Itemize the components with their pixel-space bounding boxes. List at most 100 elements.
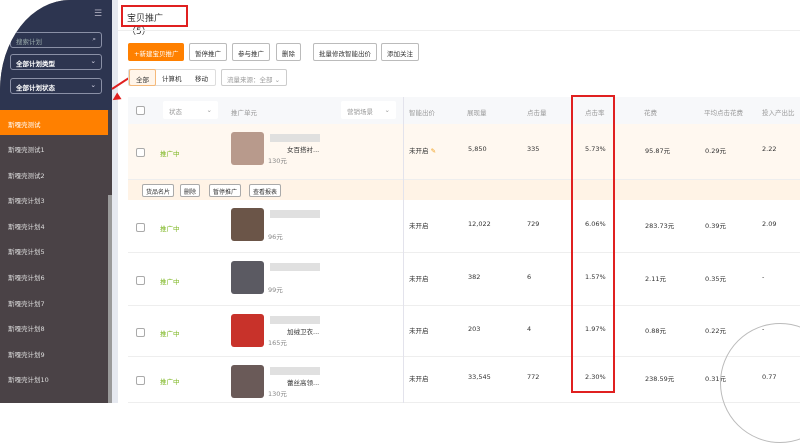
product-name[interactable]: 蕾丝高领...: [287, 377, 319, 387]
cell-impressions: 5,850: [468, 145, 487, 153]
tab-all[interactable]: 全部: [129, 69, 156, 86]
plan-type-select[interactable]: 全部计划类型 ⌄: [10, 54, 102, 70]
sidebar-item-plan[interactable]: 斯嘎壳测试1: [0, 135, 108, 161]
new-promotion-button[interactable]: +新建宝贝推广: [128, 43, 185, 61]
product-price: 130元: [268, 390, 287, 398]
tab-computer[interactable]: 计算机: [156, 69, 188, 86]
smart-bid: 未开启: [409, 220, 429, 230]
product-image[interactable]: [231, 365, 264, 398]
cell-impressions: 203: [468, 324, 481, 333]
table-row: [128, 124, 800, 180]
blurred-title: [270, 134, 320, 142]
row-checkbox[interactable]: [136, 222, 145, 232]
traffic-source-value: 流量来源：全部: [227, 76, 273, 84]
row-pause-button[interactable]: 暂停推广: [209, 184, 242, 197]
product-name[interactable]: 加绒卫衣...: [287, 326, 319, 336]
sidebar-item-plan[interactable]: 斯嘎壳计划6: [0, 263, 108, 289]
cell-impressions: 12,022: [468, 219, 491, 228]
header-bid: 智能出价: [409, 109, 435, 117]
batch-bid-button[interactable]: 批量修改智能出价: [313, 43, 377, 61]
product-price: 165元: [268, 339, 287, 347]
menu-collapse-icon[interactable]: ☰: [94, 9, 102, 19]
sidebar-item-plan[interactable]: 斯嘎壳计划9: [0, 340, 108, 366]
column-divider: [403, 97, 404, 403]
select-all-checkbox[interactable]: [136, 106, 145, 115]
sidebar-item-plan[interactable]: 斯嘎壳测试: [0, 110, 108, 135]
smart-bid-value: 未开启: [409, 274, 429, 283]
status-badge: 推广中: [160, 329, 180, 338]
chevron-down-icon: ⌄: [206, 106, 212, 114]
cell-roi: 2.22: [762, 145, 777, 153]
table-row: [128, 306, 800, 357]
header-roi[interactable]: 投入产出比: [762, 107, 795, 117]
scene-filter[interactable]: 营销场景 ⌄: [341, 101, 396, 119]
plan-state-select[interactable]: 全部计划状态 ⌄: [10, 78, 102, 94]
sidebar-item-plan[interactable]: 斯嘎壳测试2: [0, 161, 108, 187]
status-filter[interactable]: 状态 ⌄: [163, 101, 218, 119]
view-report-button[interactable]: 查看报表: [249, 184, 282, 197]
blurred-title: [270, 316, 320, 324]
product-price: 96元: [268, 233, 283, 241]
row-checkbox[interactable]: [136, 275, 145, 285]
chevron-down-icon: ⌄: [90, 57, 96, 65]
cell-clicks: 6: [527, 272, 532, 281]
product-image[interactable]: [231, 132, 264, 165]
smart-bid: 未开启: [409, 273, 429, 283]
header-cost[interactable]: 花费: [644, 107, 657, 117]
search-plan-input[interactable]: 搜索计划 ⌕: [10, 32, 102, 48]
header-status: 状态: [169, 108, 182, 116]
ctr-highlight-box: [571, 95, 615, 393]
chevron-down-icon: ⌄: [90, 81, 96, 89]
product-image[interactable]: [231, 261, 264, 294]
status-badge: 推广中: [160, 277, 180, 286]
sidebar-item-plan[interactable]: 斯嘎壳计划7: [0, 289, 108, 315]
header-cpc[interactable]: 平均点击花费: [704, 107, 743, 117]
sidebar-item-plan[interactable]: 斯嘎壳计划10: [0, 365, 108, 391]
pause-promotion-button[interactable]: 暂停推广: [189, 43, 227, 61]
row-delete-button[interactable]: 删除: [180, 184, 201, 197]
sidebar: ☰ 搜索计划 ⌕ 全部计划类型 ⌄ 全部计划状态 ⌄ 斯嘎壳测试 斯嘎壳测试1 斯嘎壳测试…: [0, 0, 112, 403]
table-row: [128, 253, 800, 306]
cell-clicks: 335: [527, 145, 540, 153]
row-checkbox[interactable]: [136, 376, 145, 385]
sidebar-item-plan[interactable]: 斯嘎壳计划3: [0, 186, 108, 212]
cell-cpc: 0.22元: [705, 326, 726, 335]
plan-type-value: 全部计划类型: [16, 60, 55, 68]
divider: [112, 0, 118, 403]
smart-bid-value: 未开启: [409, 375, 429, 383]
smart-bid-value: 未开启: [409, 221, 429, 230]
sidebar-item-plan[interactable]: 斯嘎壳计划5: [0, 237, 108, 263]
tab-mobile[interactable]: 移动: [189, 69, 214, 86]
product-card-button[interactable]: 货品名片: [142, 184, 175, 197]
row-checkbox[interactable]: [136, 148, 145, 157]
product-image[interactable]: [231, 208, 264, 241]
header-unit: 推广单元: [231, 109, 257, 117]
join-promotion-button[interactable]: 参与推广: [232, 43, 270, 61]
sidebar-item-plan[interactable]: 斯嘎壳计划8: [0, 314, 108, 340]
smart-bid-value: 未开启: [409, 147, 429, 155]
cell-clicks: 772: [527, 373, 540, 381]
smart-bid: 未开启: [409, 325, 429, 335]
edit-pencil-icon[interactable]: ✎: [431, 147, 436, 155]
delete-button[interactable]: 删除: [276, 43, 301, 61]
row-checkbox[interactable]: [136, 327, 145, 337]
status-badge: 推广中: [160, 224, 180, 233]
header-impressions[interactable]: 展现量: [467, 107, 487, 117]
header-clicks[interactable]: 点击量: [527, 107, 547, 117]
cell-cost: 2.11元: [645, 274, 666, 283]
table-row: [128, 357, 800, 403]
add-follow-button[interactable]: 添加关注: [381, 43, 419, 61]
traffic-source-select[interactable]: 流量来源：全部 ⌄: [221, 69, 287, 86]
product-price: 130元: [268, 157, 287, 165]
product-name[interactable]: 女百搭衬...: [287, 144, 319, 154]
cell-impressions: 382: [468, 272, 481, 281]
search-placeholder: 搜索计划: [16, 38, 42, 46]
cell-clicks: 729: [527, 219, 540, 228]
header-scene: 营销场景: [347, 108, 373, 116]
table-header: [128, 97, 800, 124]
product-image[interactable]: [231, 314, 264, 347]
sidebar-item-plan[interactable]: 斯嘎壳计划4: [0, 212, 108, 238]
cell-impressions: 33,545: [468, 373, 491, 381]
product-price: 99元: [268, 286, 283, 294]
blurred-title: [270, 210, 320, 218]
